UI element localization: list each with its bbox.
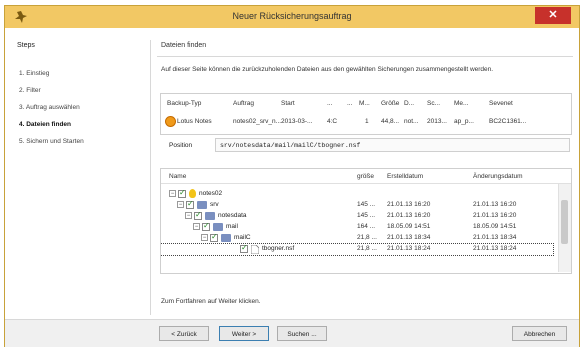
column-header-m[interactable]: M... xyxy=(359,100,370,107)
tree-item-name: srv xyxy=(210,201,219,208)
column-header-me[interactable]: Me... xyxy=(454,100,468,107)
scrollbar-thumb[interactable] xyxy=(561,200,568,244)
tree-item-name: mailC xyxy=(234,234,251,241)
page-description: Auf dieser Seite können die zurückzuhole… xyxy=(161,66,494,73)
folder-icon xyxy=(213,223,223,231)
column-header-4[interactable]: ... xyxy=(327,100,332,107)
collapse-icon[interactable]: − xyxy=(201,234,208,241)
tree-item-changed: 18.05.09 14:51 xyxy=(473,223,517,230)
tree-row-selected[interactable]: tbogner.nsf 21,8 ... 21.01.13 18:24 21.0… xyxy=(161,243,554,256)
header-divider xyxy=(157,56,573,57)
position-field[interactable]: srv/notesdata/mail/mailC/tbogner.nsf xyxy=(215,138,570,152)
next-button[interactable]: Weiter > xyxy=(219,326,269,341)
main-pane: Dateien finden Auf dieser Seite können d… xyxy=(157,40,573,315)
folder-icon xyxy=(197,201,207,209)
checkbox[interactable] xyxy=(194,210,202,220)
cell-4[interactable]: 4:C xyxy=(327,118,337,125)
file-icon xyxy=(251,245,259,254)
tree-column-erstelldatum[interactable]: Erstelldatum xyxy=(387,173,423,180)
tree-item-changed: 21.01.13 18:24 xyxy=(473,245,517,252)
column-header-sevenet[interactable]: Sevenet xyxy=(489,100,513,107)
tree-row[interactable]: − mail 164 ... 18.05.09 14:51 18.05.09 1… xyxy=(161,221,553,233)
cell-groesse[interactable]: 44,8... xyxy=(381,118,399,125)
window-title: Neuer Rücksicherungsauftrag xyxy=(232,11,352,21)
title-bar: Neuer Rücksicherungsauftrag ✕ xyxy=(5,6,579,28)
folder-icon xyxy=(205,212,215,220)
tree-column-groesse[interactable]: größe xyxy=(357,173,374,180)
tree-header-divider xyxy=(161,183,571,184)
tree-item-created: 21.01.13 18:24 xyxy=(387,245,431,252)
tree-item-changed: 21.01.13 16:20 xyxy=(473,212,517,219)
tree-item-created: 21.01.13 18:34 xyxy=(387,234,431,241)
tree-row[interactable]: − notesdata 145 ... 21.01.13 16:20 21.01… xyxy=(161,210,553,222)
step-sichern-und-starten[interactable]: 5. Sichern und Starten xyxy=(19,138,84,145)
cancel-button[interactable]: Abbrechen xyxy=(512,326,567,341)
tree-column-aenderungsdatum[interactable]: Änderungsdatum xyxy=(473,173,523,180)
checkbox[interactable] xyxy=(178,188,186,198)
checkbox[interactable] xyxy=(186,199,194,209)
backup-table: Backup-Typ Auftrag Start ... ... M... Gr… xyxy=(160,93,572,135)
tree-item-size: 145 ... xyxy=(357,212,376,219)
step-dateien-finden[interactable]: 4. Dateien finden xyxy=(19,121,71,128)
cell-auftrag[interactable]: notes02_srv_n... xyxy=(233,118,281,125)
instruction-text: Zum Fortfahren auf Weiter klicken. xyxy=(161,298,261,305)
tree-row[interactable]: − mailC 21,8 ... 21.01.13 18:34 21.01.13… xyxy=(161,232,553,244)
checkbox[interactable] xyxy=(202,221,210,231)
cell-d[interactable]: not... xyxy=(404,118,418,125)
folder-icon xyxy=(221,234,231,242)
file-tree: Name größe Erstelldatum Änderungsdatum −… xyxy=(160,168,572,274)
tree-item-changed: 21.01.13 18:34 xyxy=(473,234,517,241)
column-header-start[interactable]: Start xyxy=(281,100,295,107)
search-button[interactable]: Suchen ... xyxy=(277,326,327,341)
collapse-icon[interactable]: − xyxy=(193,223,200,230)
collapse-icon[interactable]: − xyxy=(177,201,184,208)
tree-item-size: 21,8 ... xyxy=(357,234,377,241)
tree-row[interactable]: − notes02 xyxy=(161,188,553,200)
checkbox[interactable] xyxy=(240,243,248,253)
tree-item-size: 164 ... xyxy=(357,223,376,230)
column-header-groesse[interactable]: Größe xyxy=(381,100,399,107)
cell-start[interactable]: 2013-03-... xyxy=(281,118,312,125)
column-header-5[interactable]: ... xyxy=(347,100,352,107)
steps-pane: Steps 1. Einstieg 2. Filter 3. Auftrag a… xyxy=(15,40,151,315)
close-button[interactable]: ✕ xyxy=(535,7,571,24)
cell-m[interactable]: 1 xyxy=(365,118,369,125)
cell-backup-typ[interactable]: Lotus Notes xyxy=(177,118,212,125)
wizard-window: Neuer Rücksicherungsauftrag ✕ Steps 1. E… xyxy=(4,5,580,347)
tree-item-changed: 21.01.13 16:20 xyxy=(473,201,517,208)
column-header-backup-typ[interactable]: Backup-Typ xyxy=(167,100,201,107)
tree-item-name: tbogner.nsf xyxy=(262,245,295,252)
back-button[interactable]: < Zurück xyxy=(159,326,209,341)
steps-title: Steps xyxy=(17,42,35,49)
collapse-icon[interactable]: − xyxy=(169,190,176,197)
cell-sc[interactable]: 2013... xyxy=(427,118,447,125)
tree-item-name: notes02 xyxy=(199,190,223,197)
tree-item-name: mail xyxy=(226,223,238,230)
collapse-icon[interactable]: − xyxy=(185,212,192,219)
step-auftrag-auswaehlen[interactable]: 3. Auftrag auswählen xyxy=(19,104,80,111)
tree-item-created: 18.05.09 14:51 xyxy=(387,223,431,230)
step-filter[interactable]: 2. Filter xyxy=(19,87,41,94)
tree-column-name[interactable]: Name xyxy=(169,173,186,180)
button-bar: < Zurück Weiter > Suchen ... Abbrechen xyxy=(5,319,579,347)
position-label: Position xyxy=(169,142,193,149)
column-header-d[interactable]: D... xyxy=(404,100,414,107)
tree-item-size: 21,8 ... xyxy=(357,245,377,252)
column-header-auftrag[interactable]: Auftrag xyxy=(233,100,254,107)
column-header-sc[interactable]: Sc... xyxy=(427,100,440,107)
cell-sevenet[interactable]: BC2C1361... xyxy=(489,118,526,125)
step-einstieg[interactable]: 1. Einstieg xyxy=(19,70,49,77)
tree-scrollbar[interactable] xyxy=(558,184,571,272)
checkbox[interactable] xyxy=(210,232,218,242)
status-dot-icon xyxy=(165,116,176,127)
cell-me[interactable]: ap_p... xyxy=(454,118,474,125)
tree-item-created: 21.01.13 16:20 xyxy=(387,212,431,219)
tree-item-name: notesdata xyxy=(218,212,247,219)
tree-item-size: 145 ... xyxy=(357,201,376,208)
tree-row[interactable]: − srv 145 ... 21.01.13 16:20 21.01.13 16… xyxy=(161,199,553,211)
tree-item-created: 21.01.13 16:20 xyxy=(387,201,431,208)
server-bulb-icon xyxy=(189,189,196,198)
page-title: Dateien finden xyxy=(161,42,207,49)
